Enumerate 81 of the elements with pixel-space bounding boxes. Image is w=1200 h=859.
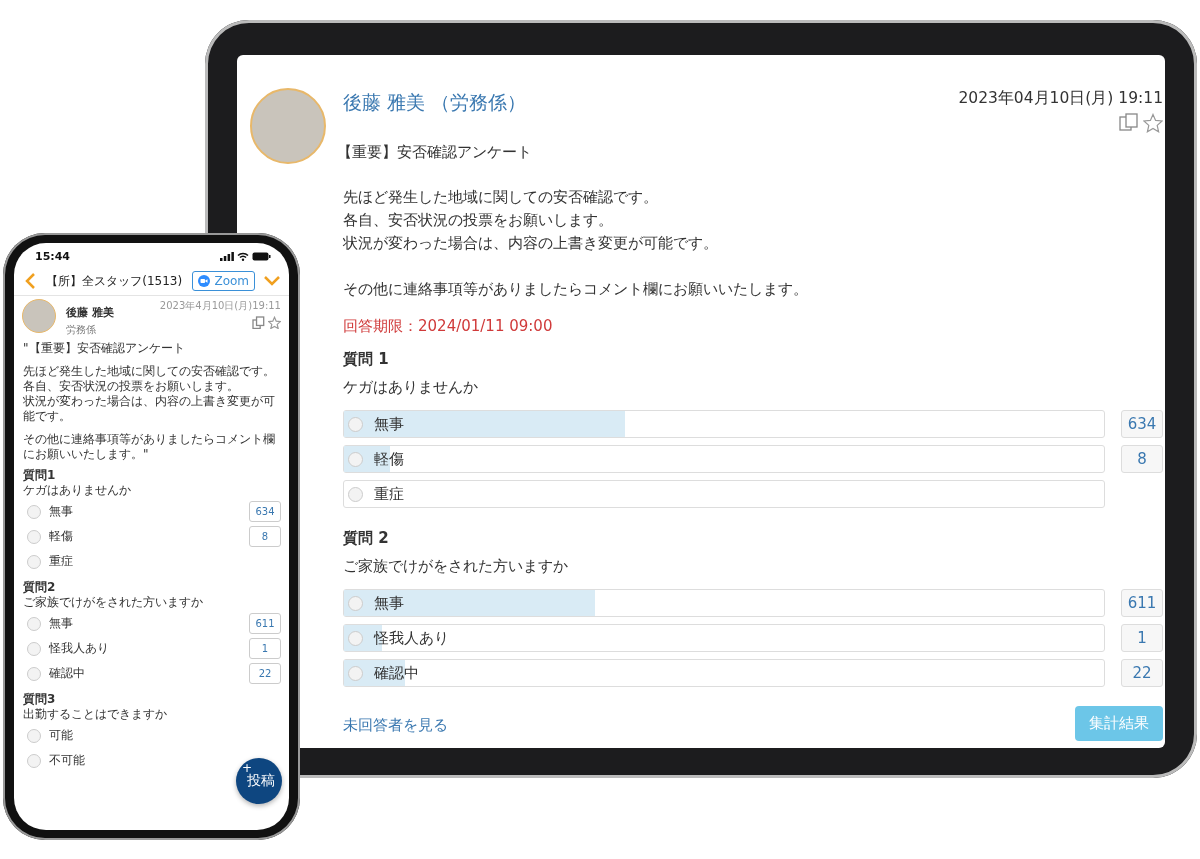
radio-button[interactable] xyxy=(27,529,41,544)
message-subject: 【重要】安否確認アンケート xyxy=(337,143,533,162)
vote-count: 634 xyxy=(1121,410,1163,438)
vote-count: 611 xyxy=(249,613,281,634)
option-label: 軽傷 xyxy=(374,449,404,469)
unanswered-link[interactable]: 未回答者を見る xyxy=(343,716,448,735)
question-text: ケガはありませんか xyxy=(23,483,132,498)
vote-count: 1 xyxy=(1121,624,1163,652)
radio-button[interactable] xyxy=(27,641,41,656)
option-label: 重症 xyxy=(374,484,404,504)
star-icon xyxy=(1143,113,1163,133)
poll-option[interactable]: 軽傷 xyxy=(343,445,1105,473)
question-label: 質問 2 xyxy=(343,529,390,548)
radio-button[interactable] xyxy=(27,666,41,681)
poll-option[interactable]: 怪我人あり xyxy=(343,624,1105,652)
signal-icon xyxy=(220,251,234,261)
question-text: 出勤することはできますか xyxy=(23,707,168,722)
option-label[interactable]: 無事 xyxy=(49,615,73,632)
option-label[interactable]: 確認中 xyxy=(49,665,85,682)
option-label[interactable]: 重症 xyxy=(49,553,73,570)
question-text: ケガはありませんか xyxy=(343,378,479,397)
vote-count: 22 xyxy=(249,663,281,684)
question-label: 質問3 xyxy=(23,692,57,707)
poll-option[interactable]: 無事 xyxy=(343,410,1105,438)
radio-button[interactable] xyxy=(27,554,41,569)
poll-option[interactable]: 無事 xyxy=(343,589,1105,617)
radio-button[interactable] xyxy=(348,486,363,502)
question-label: 質問1 xyxy=(23,468,57,483)
vote-count: 22 xyxy=(1121,659,1163,687)
message-text: 先ほど発生した地域に関しての安否確認です。 xyxy=(343,187,659,208)
option-label: 確認中 xyxy=(374,663,419,683)
chevron-left-icon xyxy=(24,273,36,289)
option-label[interactable]: 無事 xyxy=(49,503,73,520)
copy-icon xyxy=(1119,113,1139,133)
author-name: 後藤 雅美 （労務係） xyxy=(343,90,527,115)
wifi-icon xyxy=(237,251,249,261)
radio-button[interactable] xyxy=(27,504,41,519)
author-name: 後藤 雅美 xyxy=(66,305,115,320)
option-label: 怪我人あり xyxy=(374,628,449,648)
post-date: 2023年4月10日(月)19:11 xyxy=(159,299,281,313)
question-label: 質問2 xyxy=(23,580,57,595)
option-label[interactable]: 不可能 xyxy=(49,752,85,769)
zoom-button[interactable]: Zoom xyxy=(192,271,255,291)
question-text: ご家族でけがをされた方いますか xyxy=(23,595,204,610)
question-label: 質問 1 xyxy=(343,350,390,369)
message-text: その他に連絡事項等がありましたらコメント欄にお願いいたします。" xyxy=(23,432,276,462)
poll-option[interactable]: 重症 xyxy=(343,480,1105,508)
author-role: 労務係 xyxy=(66,323,97,337)
vote-count: 611 xyxy=(1121,589,1163,617)
option-label[interactable]: 可能 xyxy=(49,727,73,744)
channel-title: 【所】全スタッフ(1513) xyxy=(45,272,184,290)
deadline-text: 回答期限：2024/01/11 09:00 xyxy=(343,317,554,336)
message-text: その他に連絡事項等がありましたらコメント欄にお願いいたします。 xyxy=(343,279,809,300)
message-text: 各自、安否状況の投票をお願いします。 xyxy=(23,379,240,394)
radio-button[interactable] xyxy=(27,753,41,768)
vote-count: 1 xyxy=(249,638,281,659)
star-icon xyxy=(268,316,281,329)
question-text: ご家族でけがをされた方いますか xyxy=(343,557,569,576)
status-time: 15:44 xyxy=(35,249,70,263)
battery-icon xyxy=(252,251,271,261)
option-label: 無事 xyxy=(374,414,404,434)
poll-option[interactable]: 確認中 xyxy=(343,659,1105,687)
radio-button[interactable] xyxy=(27,728,41,743)
option-label[interactable]: 軽傷 xyxy=(49,528,73,545)
message-text: 状況が変わった場合は、内容の上書き変更が可能です。 xyxy=(343,233,719,254)
option-label: 無事 xyxy=(374,593,404,613)
video-camera-icon xyxy=(198,275,211,287)
option-label[interactable]: 怪我人あり xyxy=(49,640,109,657)
message-text: 各自、安否状況の投票をお願いします。 xyxy=(343,210,614,231)
copy-icon xyxy=(252,316,265,329)
post-date: 2023年04月10日(月) 19:11 xyxy=(958,88,1163,109)
avatar-placeholder xyxy=(22,299,56,333)
chevron-down-icon xyxy=(263,275,281,287)
message-text: "【重要】安否確認アンケート xyxy=(23,341,186,356)
message-text: 状況が変わった場合は、内容の上書き変更が可能です。 xyxy=(23,394,276,424)
vote-count: 634 xyxy=(249,501,281,522)
vote-count: 8 xyxy=(1121,445,1163,473)
vote-count: 8 xyxy=(249,526,281,547)
post-button[interactable]: + 投稿 xyxy=(236,758,282,804)
message-text: 先ほど発生した地域に関しての安否確認です。 xyxy=(23,364,276,379)
radio-button[interactable] xyxy=(27,616,41,631)
